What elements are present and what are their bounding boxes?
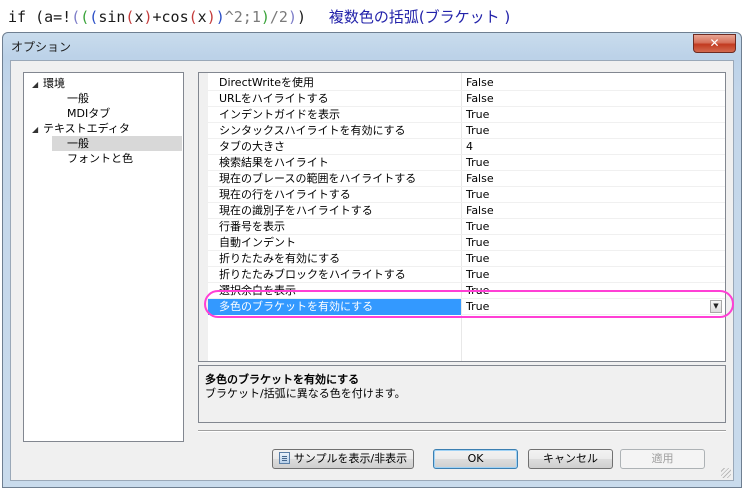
code-sample: if (a=!(((sin(x)+cos(x))^2;1)/2)) <box>8 8 306 26</box>
property-value[interactable]: True <box>466 235 724 250</box>
category-tree[interactable]: ◢ 環境 一般 MDIタブ ◢ テキストエディタ 一般 フォントと色 <box>23 72 184 442</box>
expand-arrow-icon[interactable]: ◢ <box>32 77 43 92</box>
ok-label: OK <box>467 452 484 465</box>
code-token: ) <box>260 8 270 26</box>
apply-label: 適用 <box>651 452 674 465</box>
dialog-body: ◢ 環境 一般 MDIタブ ◢ テキストエディタ 一般 フォントと色 DirectWriteを… <box>10 60 734 481</box>
close-button[interactable]: ✕ <box>693 34 736 53</box>
property-value[interactable]: 4 <box>466 139 724 154</box>
property-row[interactable]: 現在の行をハイライトする True <box>208 187 725 203</box>
property-name: 自動インデント <box>219 236 296 249</box>
property-value[interactable]: True <box>466 219 724 234</box>
code-token: ) <box>215 8 225 26</box>
property-row[interactable]: インデントガイドを表示 True <box>208 107 725 123</box>
tree-item[interactable]: フォントと色 <box>52 151 182 166</box>
code-token: x <box>197 8 207 26</box>
property-value[interactable]: True <box>466 123 724 138</box>
property-value[interactable]: True <box>466 267 724 282</box>
tree-item-label: テキストエディタ <box>43 122 130 135</box>
expand-arrow-icon[interactable]: ◢ <box>32 122 43 137</box>
sample-preview-icon <box>278 452 290 464</box>
property-row[interactable]: タブの大きさ 4 <box>208 139 725 155</box>
property-row[interactable]: 検索結果をハイライト True <box>208 155 725 171</box>
property-value[interactable]: True <box>466 251 724 266</box>
property-name: 検索結果をハイライト <box>219 156 329 169</box>
tree-item[interactable]: ◢ 環境 <box>32 76 182 91</box>
property-name: シンタックスハイライトを有効にする <box>219 124 406 137</box>
code-token: ( <box>80 8 90 26</box>
property-name: 現在のブレースの範囲をハイライトする <box>219 172 417 185</box>
property-value[interactable]: True <box>466 155 724 170</box>
property-name: URLをハイライトする <box>219 92 329 105</box>
property-name: タブの大きさ <box>219 140 285 153</box>
description-pane: 多色のブラケットを有効にする ブラケット/括弧に異なる色を付けます。 <box>198 365 726 423</box>
property-row[interactable]: 折りたたみを有効にする True <box>208 251 725 267</box>
code-sample-banner: if (a=!(((sin(x)+cos(x))^2;1)/2)) 複数色の括弧… <box>8 6 510 28</box>
property-value[interactable]: False <box>466 75 724 90</box>
description-text: ブラケット/括弧に異なる色を付けます。 <box>205 387 406 400</box>
code-token: ( <box>71 8 81 26</box>
options-dialog: オプション ✕ ◢ 環境 一般 MDIタブ ◢ テキストエディタ 一般 フォントと色 Dire… <box>2 32 742 488</box>
code-token: ) <box>287 8 297 26</box>
toggle-sample-label: サンプルを表示/非表示 <box>293 452 408 465</box>
property-value[interactable]: True <box>466 107 724 122</box>
property-row[interactable]: 行番号を表示 True <box>208 219 725 235</box>
separator <box>198 430 726 432</box>
tree-item-label: フォントと色 <box>67 152 133 165</box>
tree-item[interactable]: 一般 <box>52 91 182 106</box>
tree-item-label: 一般 <box>67 137 89 150</box>
close-icon: ✕ <box>709 36 720 50</box>
dialog-title: オプション <box>11 40 72 54</box>
highlight-ring <box>204 290 734 318</box>
property-row[interactable]: 折りたたみブロックをハイライトする True <box>208 267 725 283</box>
toggle-sample-button[interactable]: サンプルを表示/非表示 <box>272 449 414 469</box>
property-value[interactable]: False <box>466 91 724 106</box>
code-token: sin <box>98 8 126 26</box>
tree-item-label: 環境 <box>43 77 65 90</box>
tree-item[interactable]: MDIタブ <box>52 106 182 121</box>
code-token: if (a=! <box>8 8 72 26</box>
property-row[interactable]: URLをハイライトする False <box>208 91 725 107</box>
ok-button[interactable]: OK <box>433 449 518 469</box>
cancel-label: キャンセル <box>543 452 598 465</box>
bracket-caption: 複数色の括弧(ブラケット ) <box>328 8 511 26</box>
code-token: ^2;1 <box>224 8 261 26</box>
tree-item[interactable]: ◢ テキストエディタ <box>32 121 182 136</box>
code-token: ( <box>89 8 99 26</box>
property-row[interactable]: 現在の識別子をハイライトする False <box>208 203 725 219</box>
tree-item-label: 一般 <box>67 92 89 105</box>
property-row[interactable]: 現在のブレースの範囲をハイライトする False <box>208 171 725 187</box>
property-name: DirectWriteを使用 <box>219 76 314 89</box>
property-name: 現在の行をハイライトする <box>219 188 351 201</box>
property-row[interactable]: DirectWriteを使用 False <box>208 75 725 91</box>
code-token: /2 <box>269 8 288 26</box>
property-value[interactable]: False <box>466 171 724 186</box>
property-row[interactable]: シンタックスハイライトを有効にする True <box>208 123 725 139</box>
property-name: 折りたたみを有効にする <box>219 252 341 265</box>
property-name: インデントガイドを表示 <box>219 108 340 121</box>
code-token: ) <box>297 8 307 26</box>
property-name: 折りたたみブロックをハイライトする <box>219 268 406 281</box>
property-row[interactable]: 自動インデント True <box>208 235 725 251</box>
code-token: ( <box>188 8 198 26</box>
property-name: 現在の識別子をハイライトする <box>219 204 373 217</box>
property-value[interactable]: False <box>466 203 724 218</box>
tree-item-label: MDIタブ <box>67 107 111 120</box>
cancel-button[interactable]: キャンセル <box>528 449 613 469</box>
property-value[interactable]: True <box>466 187 724 202</box>
property-name: 行番号を表示 <box>219 220 285 233</box>
code-token: +cos <box>152 8 189 26</box>
code-token: ) <box>143 8 153 26</box>
apply-button[interactable]: 適用 <box>620 449 705 469</box>
code-token: ) <box>206 8 216 26</box>
tree-item[interactable]: 一般 <box>52 136 182 151</box>
resize-grip[interactable] <box>721 468 731 478</box>
title-bar[interactable]: オプション ✕ <box>3 33 741 59</box>
property-grid[interactable]: DirectWriteを使用 False URLをハイライトする False インデント… <box>198 72 726 362</box>
grid-gutter <box>199 73 208 361</box>
